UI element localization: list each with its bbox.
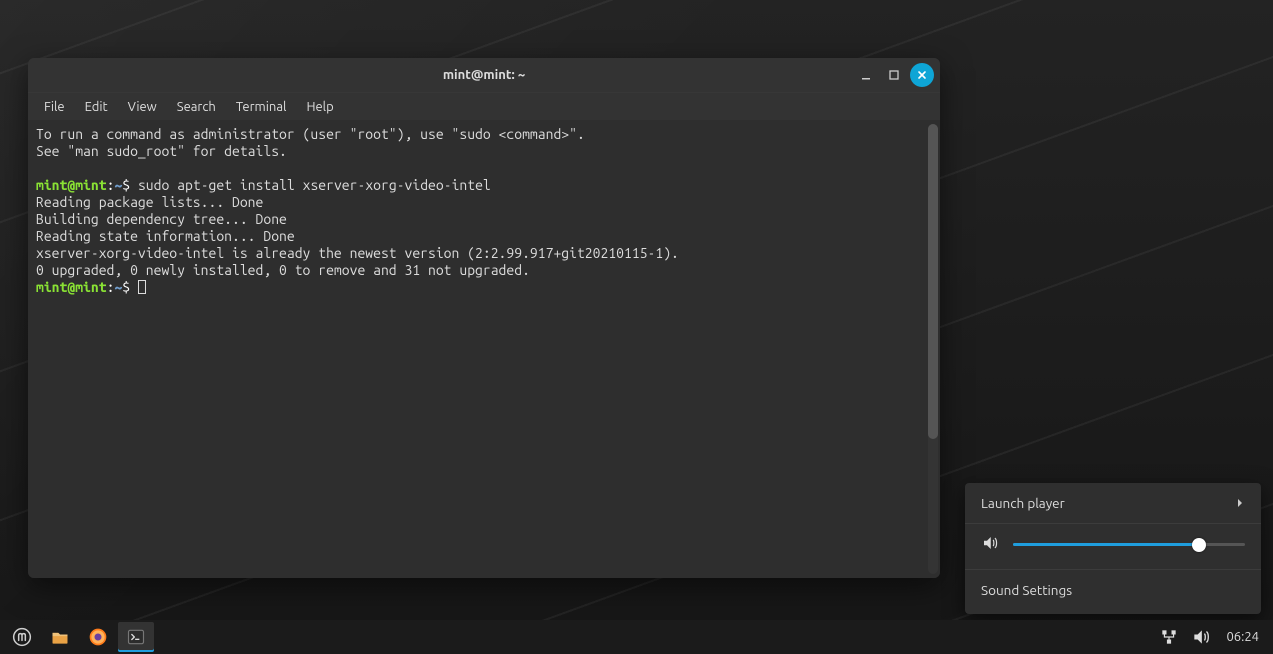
- window-title: mint@mint: ~: [443, 68, 525, 82]
- terminal-line: To run a command as administrator (user …: [36, 126, 932, 143]
- volume-slider-thumb[interactable]: [1192, 538, 1206, 552]
- prompt-sigil: $: [122, 177, 130, 193]
- terminal-scrollbar[interactable]: [928, 124, 938, 574]
- terminal-command: sudo apt-get install xserver-xorg-video-…: [138, 177, 491, 193]
- speaker-icon[interactable]: [981, 534, 999, 555]
- menu-view[interactable]: View: [118, 96, 167, 118]
- menubar: File Edit View Search Terminal Help: [28, 92, 940, 120]
- taskbar-launchers: [4, 622, 154, 652]
- volume-slider-fill: [1013, 543, 1199, 546]
- network-tray-icon[interactable]: [1154, 622, 1184, 652]
- terminal-scrollbar-thumb[interactable]: [928, 124, 938, 439]
- window-minimize-button[interactable]: [854, 63, 878, 87]
- volume-row: [965, 524, 1261, 570]
- terminal-line: [36, 160, 932, 177]
- terminal-line: Reading package lists... Done: [36, 194, 932, 211]
- terminal-prompt-line: mint@mint:~$: [36, 279, 932, 296]
- files-launcher[interactable]: [42, 622, 78, 652]
- chevron-right-icon: [1235, 495, 1245, 511]
- terminal-body[interactable]: To run a command as administrator (user …: [28, 120, 940, 578]
- window-controls: [854, 58, 934, 92]
- terminal-window: mint@mint: ~ File Edit View Search Termi…: [28, 58, 940, 578]
- window-close-button[interactable]: [910, 63, 934, 87]
- taskbar-clock[interactable]: 06:24: [1218, 630, 1267, 644]
- sound-settings-row[interactable]: Sound Settings: [965, 570, 1261, 610]
- terminal-line: xserver-xorg-video-intel is already the …: [36, 245, 932, 262]
- taskbar: 06:24: [0, 620, 1273, 654]
- prompt-host: mint: [75, 177, 106, 193]
- system-tray: 06:24: [1154, 622, 1269, 652]
- sound-settings-label: Sound Settings: [981, 582, 1072, 598]
- volume-slider[interactable]: [1013, 543, 1245, 546]
- menu-edit[interactable]: Edit: [75, 96, 118, 118]
- terminal-cursor: [138, 280, 146, 294]
- sound-tray-icon[interactable]: [1186, 622, 1216, 652]
- window-titlebar[interactable]: mint@mint: ~: [28, 58, 940, 92]
- launch-player-label: Launch player: [981, 495, 1065, 511]
- menu-search[interactable]: Search: [167, 96, 226, 118]
- terminal-line: See "man sudo_root" for details.: [36, 143, 932, 160]
- prompt-user: mint: [36, 177, 67, 193]
- sound-applet-popup: Launch player Sound Settings: [965, 483, 1261, 614]
- menu-help[interactable]: Help: [296, 96, 343, 118]
- launch-player-row[interactable]: Launch player: [965, 483, 1261, 524]
- terminal-line: 0 upgraded, 0 newly installed, 0 to remo…: [36, 262, 932, 279]
- mint-menu-button[interactable]: [4, 622, 40, 652]
- terminal-line: Building dependency tree... Done: [36, 211, 932, 228]
- menu-terminal[interactable]: Terminal: [226, 96, 297, 118]
- window-maximize-button[interactable]: [882, 63, 906, 87]
- terminal-task-button[interactable]: [118, 622, 154, 652]
- terminal-line: Reading state information... Done: [36, 228, 932, 245]
- terminal-prompt-line: mint@mint:~$ sudo apt-get install xserve…: [36, 177, 932, 194]
- firefox-launcher[interactable]: [80, 622, 116, 652]
- menu-file[interactable]: File: [34, 96, 75, 118]
